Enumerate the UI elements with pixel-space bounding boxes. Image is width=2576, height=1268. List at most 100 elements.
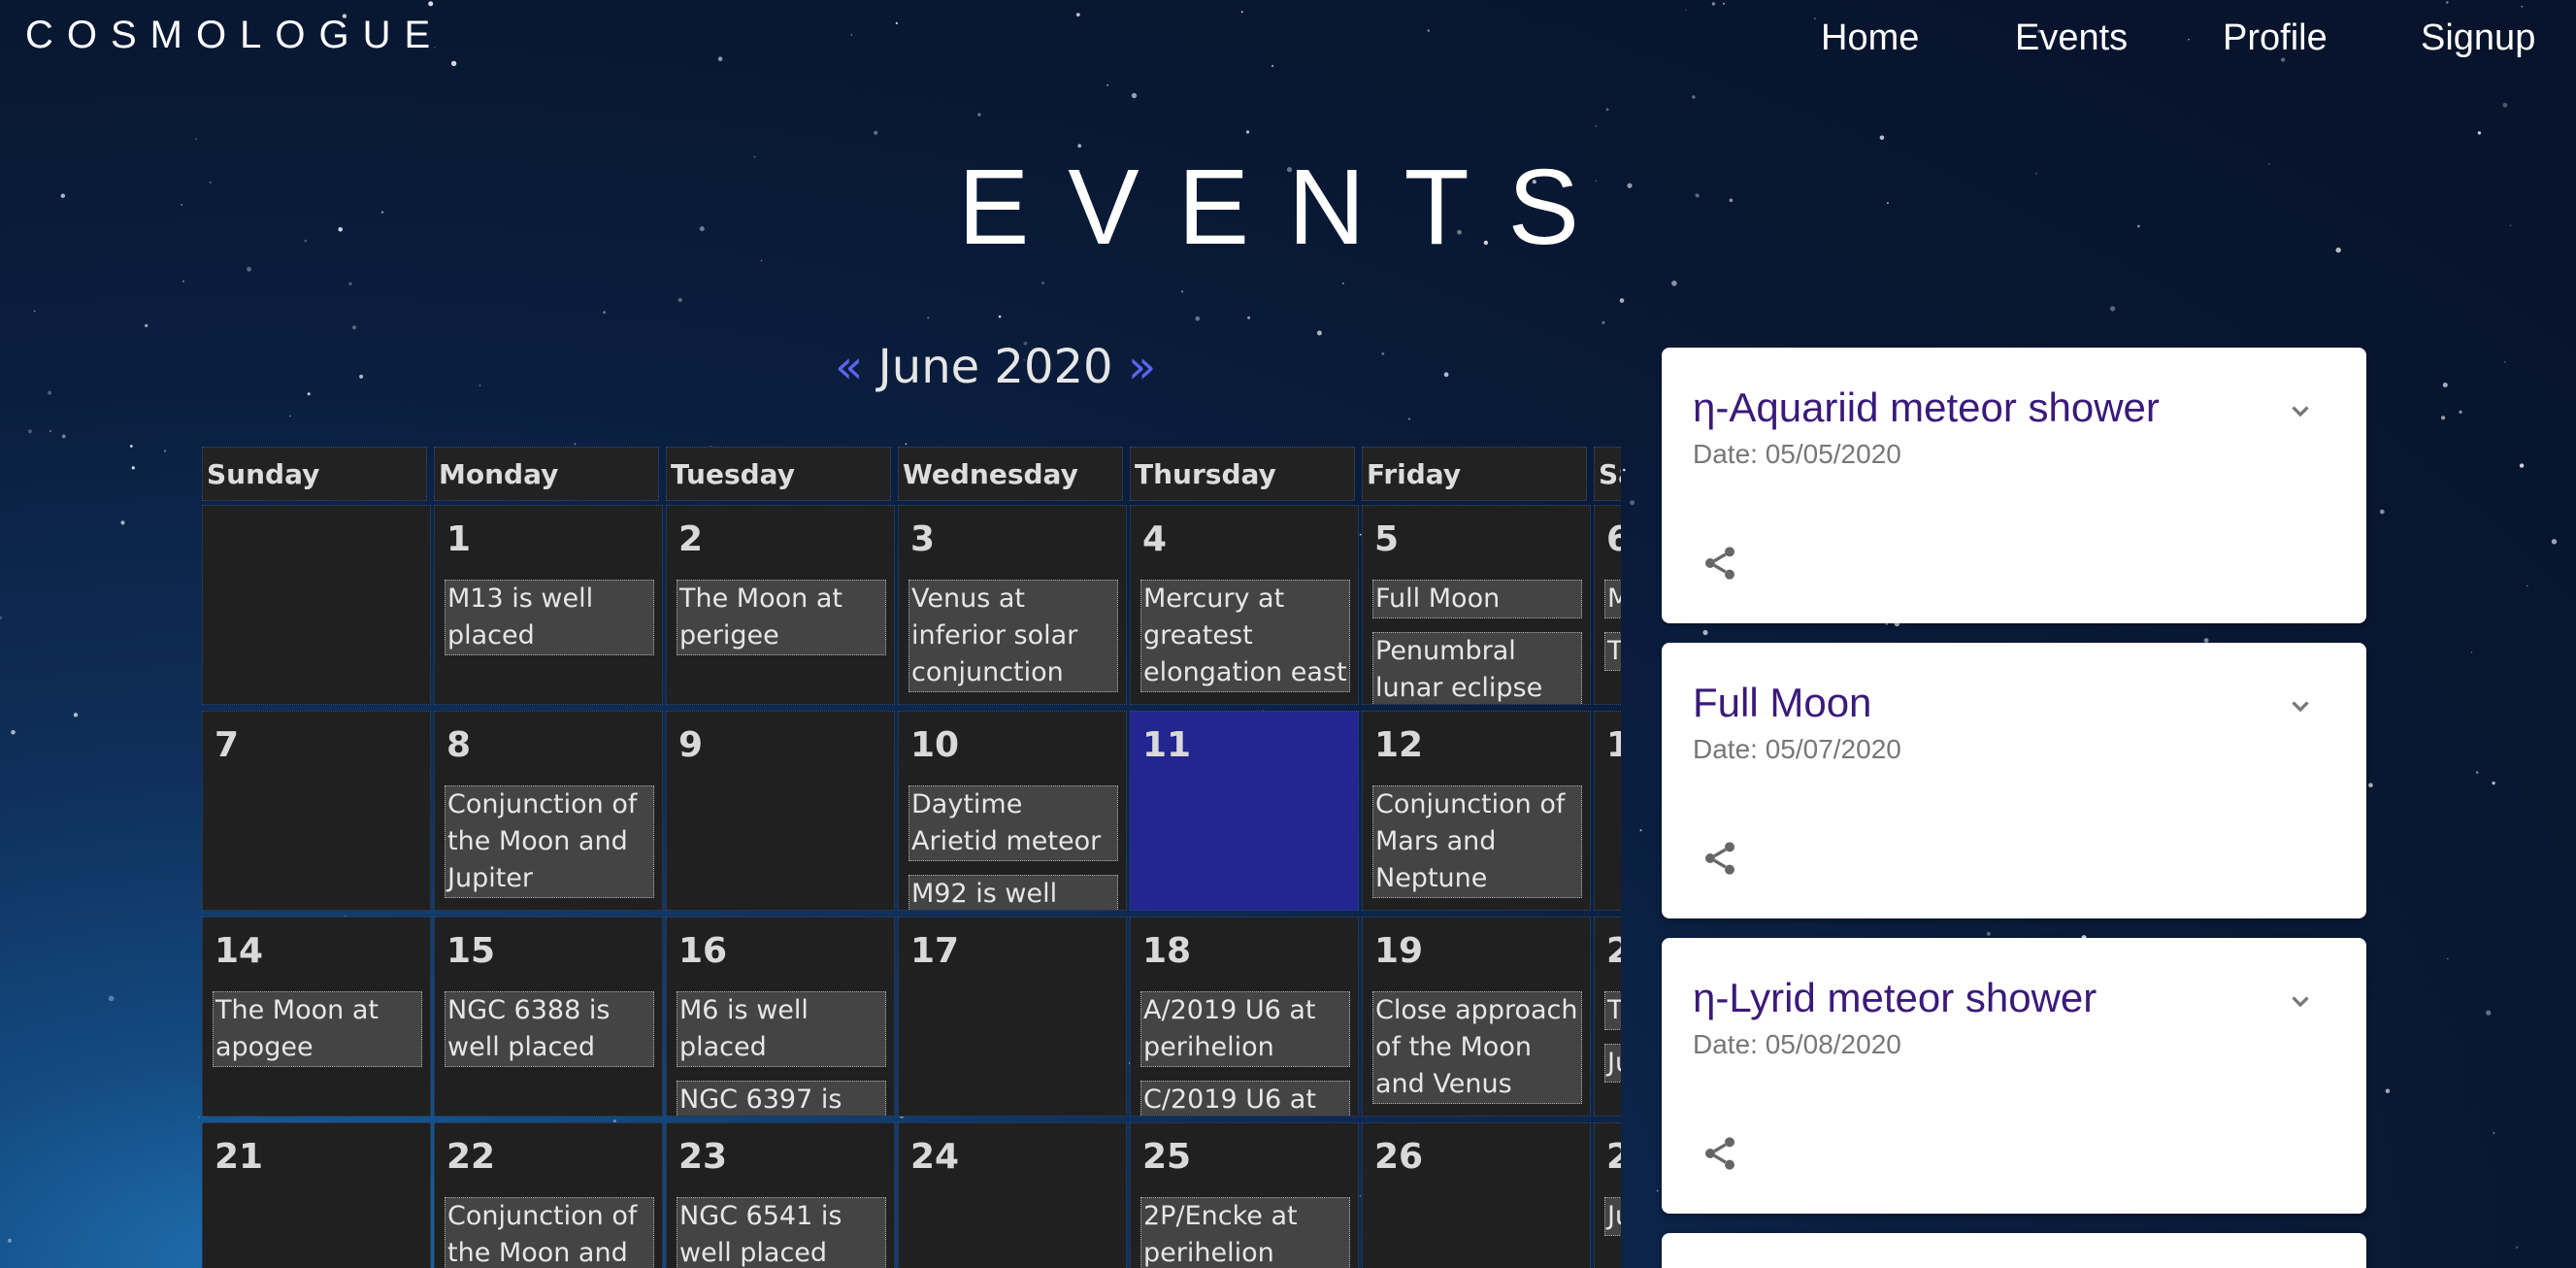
event-card[interactable]: η-Lyrid meteor shower Date: 05/08/2020 bbox=[1662, 938, 2366, 1214]
calendar-event-chip[interactable]: Conjunction of Mars and Neptune bbox=[1372, 785, 1582, 898]
calendar-event-chip[interactable]: The Moon at apogee bbox=[213, 991, 422, 1067]
weekday-header: Wednesday bbox=[898, 447, 1123, 501]
calendar-event-chip[interactable]: Full Moon bbox=[1372, 580, 1582, 618]
calendar-day-cell[interactable]: 2 Ju m bbox=[1594, 1122, 1621, 1268]
month-label: June 2020 bbox=[877, 340, 1113, 394]
day-number: 3 bbox=[910, 519, 936, 559]
calendar-day-cell[interactable]: 19 Close approach of the Moon and Venus bbox=[1362, 917, 1591, 1117]
share-icon[interactable] bbox=[1701, 544, 1739, 583]
calendar-event-chip[interactable]: A/2019 U6 at perihelion bbox=[1140, 991, 1350, 1067]
event-card-title: Full Moon bbox=[1693, 680, 1872, 725]
calendar-day-cell[interactable]: 4 Mercury at greatest elongation east bbox=[1130, 505, 1359, 705]
calendar-day-cell[interactable]: 7 bbox=[202, 711, 431, 911]
top-nav: COSMOLOGUE Home Events Profile Signup bbox=[0, 0, 2576, 103]
calendar-event-chip[interactable]: C/2019 U6 at bbox=[1140, 1081, 1350, 1116]
day-number: 22 bbox=[446, 1137, 496, 1177]
calendar-event-chip[interactable]: M92 is well bbox=[908, 875, 1118, 910]
calendar-event-chip[interactable]: NGC 6541 is well placed bbox=[677, 1197, 886, 1268]
calendar-day-cell[interactable]: 24 bbox=[898, 1122, 1127, 1268]
calendar-day-cell[interactable]: 3Venus at inferior solar conjunctionM12 … bbox=[898, 505, 1127, 705]
prev-month-button[interactable]: « bbox=[835, 340, 863, 394]
event-card[interactable]: Full Moon Date: 05/07/2020 bbox=[1662, 643, 2366, 918]
calendar-day-cell[interactable]: 2 The Moon at perigee bbox=[666, 505, 895, 705]
day-number: 2 bbox=[1606, 931, 1621, 971]
calendar-day-cell[interactable]: 5 Full Moon Penumbral lunar eclipse bbox=[1362, 505, 1591, 705]
calendar-event-chip[interactable]: M13 is well placed bbox=[445, 580, 654, 655]
calendar-event-chip[interactable]: M p bbox=[1604, 580, 1621, 618]
calendar-event-chip[interactable]: 2P/Encke at perihelion bbox=[1140, 1197, 1350, 1268]
nav-profile-link[interactable]: Profile bbox=[2223, 17, 2328, 59]
calendar-day-cell[interactable]: 22 Conjunction of the Moon and bbox=[434, 1122, 663, 1268]
day-number: 21 bbox=[215, 1137, 264, 1177]
day-number: 25 bbox=[1142, 1137, 1192, 1177]
calendar-day-cell[interactable]: 1 bbox=[1594, 711, 1621, 911]
calendar-event-chip[interactable]: Mercury at greatest elongation east bbox=[1140, 580, 1350, 692]
calendar-day-cell[interactable]: 16 M6 is well placed NGC 6397 is well plac… bbox=[666, 917, 895, 1117]
weekday-header: Friday bbox=[1362, 447, 1587, 501]
day-number: 26 bbox=[1374, 1137, 1424, 1177]
calendar-day-cell[interactable]: 25 2P/Encke at perihelion bbox=[1130, 1122, 1359, 1268]
calendar-day-cell[interactable]: 15 NGC 6388 is well placed bbox=[434, 917, 663, 1117]
calendar-grid: Sunday Monday Tuesday Wednesday Thursday Frid… bbox=[202, 447, 1621, 1268]
calendar-event-chip[interactable]: Conjunction of the Moon and Jupiter bbox=[445, 785, 654, 898]
event-card[interactable]: η-Aquariid meteor shower Date: 05/05/2020 bbox=[1662, 348, 2366, 623]
month-navigation: « June 2020 » bbox=[835, 340, 1156, 398]
event-card-title: η-Lyrid meteor shower bbox=[1693, 975, 2097, 1020]
day-number: 17 bbox=[910, 931, 960, 971]
nav-events-link[interactable]: Events bbox=[2015, 17, 2128, 59]
calendar-event-chip[interactable]: Ju m bbox=[1604, 1197, 1621, 1236]
event-card-title: η-Aquariid meteor shower bbox=[1693, 384, 2160, 430]
page-title: EVENTS bbox=[957, 148, 1619, 267]
calendar-day-cell[interactable]: 10 Daytime Arietid meteor shower M92 is we… bbox=[898, 711, 1127, 911]
calendar-day-cell[interactable]: 26 bbox=[1362, 1122, 1591, 1268]
day-number: 23 bbox=[678, 1137, 728, 1177]
nav-home-link[interactable]: Home bbox=[1821, 17, 1919, 59]
calendar-event-chip[interactable]: The Moon at perigee bbox=[677, 580, 886, 655]
day-number: 10 bbox=[910, 725, 960, 765]
day-number: 8 bbox=[446, 725, 472, 765]
calendar-event-chip[interactable]: T p bbox=[1604, 991, 1621, 1030]
calendar-event-chip[interactable]: Venus at inferior solar conjunction bbox=[908, 580, 1118, 692]
brand-logo[interactable]: COSMOLOGUE bbox=[25, 14, 444, 57]
calendar-day-cell[interactable]: 2 T p Ju bbox=[1594, 917, 1621, 1117]
calendar-event-chip[interactable]: Daytime Arietid meteor shower bbox=[908, 785, 1118, 861]
weekday-header: Monday bbox=[434, 447, 659, 501]
nav-signup-link[interactable]: Signup bbox=[2421, 17, 2535, 59]
day-number: 1 bbox=[1606, 725, 1621, 765]
calendar-day-cell[interactable]: 17 bbox=[898, 917, 1127, 1117]
calendar-event-chip[interactable]: Close approach of the Moon and Venus bbox=[1372, 991, 1582, 1104]
calendar-day-cell[interactable]: 1 M13 is well placed bbox=[434, 505, 663, 705]
weekday-header: Sa bbox=[1594, 447, 1621, 501]
day-number: 15 bbox=[446, 931, 496, 971]
share-icon[interactable] bbox=[1701, 839, 1739, 878]
calendar-day-cell[interactable]: 18 A/2019 U6 at perihelion C/2019 U6 at bbox=[1130, 917, 1359, 1117]
calendar-day-cell[interactable]: 9 bbox=[666, 711, 895, 911]
day-number: 11 bbox=[1142, 725, 1192, 765]
calendar-event-chip[interactable]: Penumbral lunar eclipse bbox=[1372, 632, 1582, 704]
day-number: 19 bbox=[1374, 931, 1424, 971]
weekday-header: Thursday bbox=[1130, 447, 1355, 501]
calendar-event-chip[interactable]: M6 is well placed bbox=[677, 991, 886, 1067]
chevron-down-icon[interactable] bbox=[2283, 689, 2318, 724]
calendar-day-cell[interactable]: 23 NGC 6541 is well placed bbox=[666, 1122, 895, 1268]
day-number: 9 bbox=[678, 725, 704, 765]
calendar-day-cell[interactable]: 6 M p T bbox=[1594, 505, 1621, 705]
calendar-day-cell[interactable] bbox=[202, 505, 431, 705]
chevron-down-icon[interactable] bbox=[2283, 984, 2318, 1019]
calendar-day-cell[interactable]: 14 The Moon at apogee bbox=[202, 917, 431, 1117]
event-card-partial[interactable] bbox=[1662, 1233, 2366, 1268]
calendar-day-cell[interactable]: 8 Conjunction of the Moon and Jupiter bbox=[434, 711, 663, 911]
calendar-event-chip[interactable]: NGC 6388 is well placed bbox=[445, 991, 654, 1067]
calendar-day-today[interactable]: 11 bbox=[1130, 711, 1359, 911]
event-card-date: Date: 05/07/2020 bbox=[1693, 734, 1901, 764]
calendar-day-cell[interactable]: 12 Conjunction of Mars and Neptune bbox=[1362, 711, 1591, 911]
calendar-event-chip[interactable]: T bbox=[1604, 632, 1621, 671]
chevron-down-icon[interactable] bbox=[2283, 394, 2318, 429]
day-number: 2 bbox=[678, 519, 704, 559]
next-month-button[interactable]: » bbox=[1128, 340, 1156, 394]
calendar-event-chip[interactable]: Ju bbox=[1604, 1044, 1621, 1083]
calendar-event-chip[interactable]: Conjunction of the Moon and bbox=[445, 1197, 654, 1268]
calendar-event-chip[interactable]: NGC 6397 is well placed bbox=[677, 1081, 886, 1116]
share-icon[interactable] bbox=[1701, 1134, 1739, 1173]
calendar-day-cell[interactable]: 21 bbox=[202, 1122, 431, 1268]
